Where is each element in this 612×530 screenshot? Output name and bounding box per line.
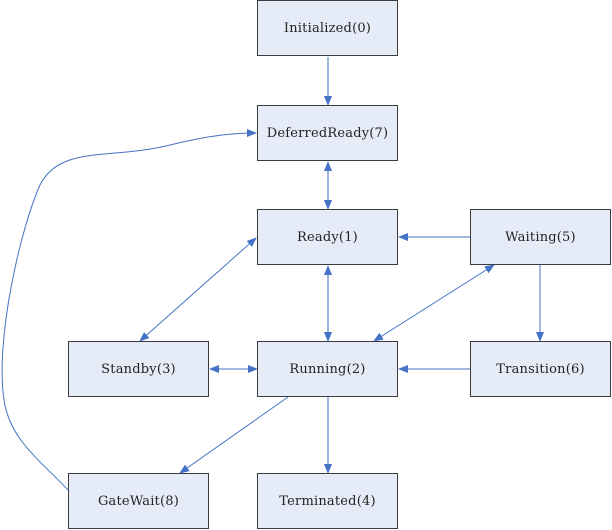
state-diagram: Initialized(0) DeferredReady(7) Ready(1)… <box>0 0 612 530</box>
node-transition: Transition(6) <box>470 341 611 397</box>
node-terminated: Terminated(4) <box>257 473 398 529</box>
node-standby: Standby(3) <box>68 341 209 397</box>
node-ready: Ready(1) <box>257 209 398 265</box>
node-initialized: Initialized(0) <box>257 0 398 56</box>
edge-waiting-running <box>373 264 495 342</box>
node-waiting: Waiting(5) <box>470 209 611 265</box>
node-running: Running(2) <box>257 341 398 397</box>
edge-ready-standby <box>139 237 257 342</box>
node-gatewait: GateWait(8) <box>68 473 209 529</box>
edge-gatewait-deferred <box>1 129 257 491</box>
edge-running-gatewait <box>179 396 289 474</box>
edges-layer <box>1 57 544 491</box>
node-deferred-ready: DeferredReady(7) <box>257 105 398 161</box>
